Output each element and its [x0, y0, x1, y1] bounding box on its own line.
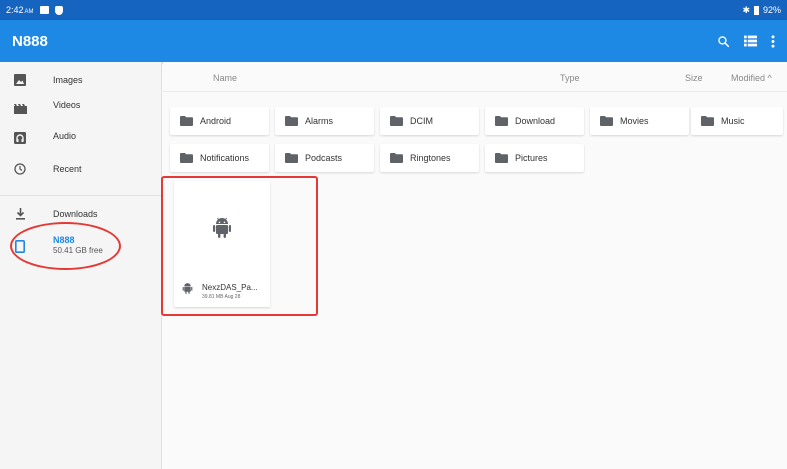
- folder-dcim[interactable]: DCIM: [380, 107, 479, 135]
- folder-name: Podcasts: [305, 153, 343, 163]
- folder-icon: [390, 116, 403, 126]
- folder-icon: [285, 116, 298, 126]
- app-bar: N888: [0, 20, 787, 62]
- search-icon[interactable]: [717, 35, 730, 48]
- battery-level: 92%: [762, 5, 781, 15]
- folder-ringtones[interactable]: Ringtones: [380, 144, 479, 172]
- column-size[interactable]: Size: [685, 73, 703, 83]
- sidebar-item-label: N888: [53, 235, 75, 245]
- folder-icon: [701, 116, 714, 126]
- phone-icon: [13, 239, 27, 253]
- folder-name: DCIM: [410, 116, 433, 126]
- sidebar-item-downloads[interactable]: Downloads: [0, 199, 162, 229]
- notification-shield-icon: [54, 5, 63, 15]
- app-title: N888: [12, 32, 48, 50]
- folder-name: Android: [200, 116, 232, 126]
- column-type[interactable]: Type: [560, 73, 580, 83]
- android-icon: [182, 283, 193, 294]
- folder-icon: [285, 153, 298, 163]
- image-icon: [13, 73, 27, 87]
- bluetooth-icon: ✱: [742, 4, 750, 15]
- sidebar-item-label: Downloads: [53, 209, 98, 219]
- notification-image-icon: [39, 6, 49, 14]
- sidebar: Images Videos Audio Recent Downloads N88…: [0, 62, 162, 469]
- folder-icon: [600, 116, 613, 126]
- screen: 2:42AM ✱ 92% N888 Images Videos Audio Re…: [0, 0, 787, 469]
- sidebar-item-videos[interactable]: Videos: [0, 94, 162, 124]
- sidebar-item-device[interactable]: N888 50.41 GB free: [0, 234, 162, 258]
- status-bar: 2:42AM ✱ 92%: [0, 0, 787, 20]
- status-time: 2:42AM: [6, 5, 34, 15]
- battery-icon: [753, 5, 759, 15]
- folder-name: Pictures: [515, 153, 548, 163]
- file-card[interactable]: NexzDAS_Pa... 39.81 MB Aug 28: [174, 181, 270, 307]
- file-preview: [174, 181, 270, 275]
- clock-icon: [13, 162, 27, 176]
- sidebar-item-label: Recent: [53, 164, 82, 174]
- folder-name: Alarms: [305, 116, 334, 126]
- list-view-icon[interactable]: [744, 35, 757, 47]
- column-name[interactable]: Name: [213, 73, 237, 83]
- sidebar-item-label: Videos: [53, 100, 81, 110]
- file-name: NexzDAS_Pa...: [202, 283, 258, 292]
- file-meta: 39.81 MB Aug 28: [202, 294, 241, 300]
- folder-name: Notifications: [200, 153, 250, 163]
- sidebar-item-images[interactable]: Images: [0, 65, 162, 95]
- column-modified[interactable]: Modified ^: [731, 73, 772, 83]
- folder-name: Ringtones: [410, 153, 451, 163]
- folder-icon: [495, 153, 508, 163]
- folder-icon: [495, 116, 508, 126]
- folder-name: Download: [515, 116, 556, 126]
- folder-download[interactable]: Download: [485, 107, 584, 135]
- storage-free-label: 50.41 GB free: [53, 246, 103, 255]
- file-browser: Name Type Size Modified ^ Android Alarms…: [163, 62, 787, 469]
- folder-android[interactable]: Android: [170, 107, 269, 135]
- sidebar-divider: [0, 195, 162, 196]
- folder-music[interactable]: Music: [691, 107, 783, 135]
- folder-name: Movies: [620, 116, 649, 126]
- folder-icon: [180, 116, 193, 126]
- folder-icon: [390, 153, 403, 163]
- android-icon: [213, 217, 231, 238]
- audio-icon: [13, 131, 27, 145]
- folder-name: Music: [721, 116, 745, 126]
- sidebar-item-recent[interactable]: Recent: [0, 154, 162, 184]
- download-icon: [13, 207, 27, 221]
- folder-notifications[interactable]: Notifications: [170, 144, 269, 172]
- more-vert-icon[interactable]: [771, 34, 775, 48]
- folder-pictures[interactable]: Pictures: [485, 144, 584, 172]
- sidebar-item-audio[interactable]: Audio: [0, 123, 162, 153]
- column-header: Name Type Size Modified ^: [163, 62, 787, 92]
- sidebar-item-label: Images: [53, 75, 83, 85]
- folder-alarms[interactable]: Alarms: [275, 107, 374, 135]
- folder-icon: [180, 153, 193, 163]
- folder-podcasts[interactable]: Podcasts: [275, 144, 374, 172]
- sidebar-item-label: Audio: [53, 131, 77, 141]
- folder-movies[interactable]: Movies: [590, 107, 689, 135]
- movie-icon: [13, 102, 27, 116]
